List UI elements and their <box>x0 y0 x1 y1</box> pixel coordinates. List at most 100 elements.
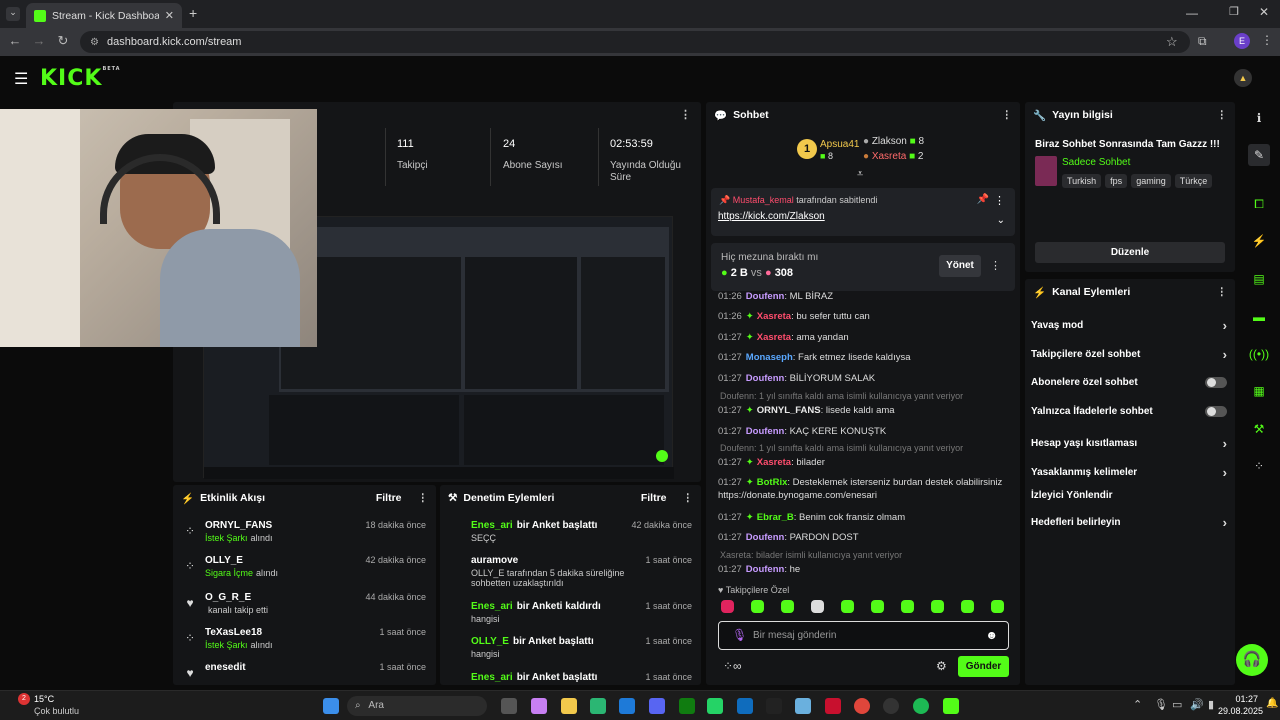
chat-settings-icon[interactable]: ⚙ <box>936 659 947 673</box>
activity-row[interactable]: ⁘ ORNYL_FANS İstek Şarkı alındı 18 dakika ön… <box>185 520 426 554</box>
document-icon[interactable]: ▤ <box>1248 268 1270 290</box>
emote-icon[interactable] <box>751 600 764 613</box>
chat-message[interactable]: 01:27 ✦ Xasreta: bilader <box>718 456 1008 469</box>
stream-info-menu-icon[interactable]: ⋮ <box>1217 109 1228 121</box>
emote-icon[interactable] <box>781 600 794 613</box>
emote-icon[interactable] <box>961 600 974 613</box>
toggle-switch[interactable] <box>1205 377 1227 388</box>
volume-icon[interactable]: 🔊 <box>1190 698 1204 711</box>
edge-icon[interactable] <box>590 698 606 714</box>
kick-app-icon[interactable] <box>943 698 959 714</box>
moderation-user[interactable]: Enes_ari <box>471 672 513 683</box>
chat-username[interactable]: Doufenn <box>746 426 785 437</box>
moderation-user[interactable]: OLLY_E <box>471 636 509 647</box>
layout-icon[interactable]: ▦ <box>1248 380 1270 402</box>
user-avatar[interactable]: ▲ <box>1234 69 1252 87</box>
profile-avatar[interactable]: E <box>1234 33 1250 49</box>
outlook-icon[interactable] <box>737 698 753 714</box>
emote-icon[interactable] <box>871 600 884 613</box>
channel-actions-menu-icon[interactable]: ⋮ <box>1217 286 1228 298</box>
kick-logo[interactable]: KICKBETA <box>40 66 121 91</box>
minimize-icon[interactable]: — <box>1186 6 1198 20</box>
channel-action-item[interactable]: Yasaklanmış kelimeler › <box>1031 465 1227 480</box>
chat-message[interactable]: 01:27 Doufenn: he <box>718 563 1008 576</box>
close-window-icon[interactable]: ✕ <box>1259 5 1269 19</box>
moderation-row[interactable]: ▮Enes_aribir Anket başlattıSEÇÇ42 dakika… <box>471 520 692 554</box>
valorant-icon[interactable] <box>825 698 841 714</box>
chat-message[interactable]: 01:27 ✦ Xasreta: ama yandan <box>718 331 1008 344</box>
hamburger-menu-icon[interactable]: ☰ <box>14 69 28 89</box>
chat-reply-context[interactable]: Doufenn: 1 yıl sınıfta kaldı ama isimli … <box>720 443 963 453</box>
close-tab-icon[interactable]: ✕ <box>165 9 174 22</box>
new-tab-icon[interactable]: + <box>189 5 197 21</box>
pinned-link[interactable]: https://kick.com/Zlakson <box>718 211 825 222</box>
microphone-icon[interactable]: 🎙 <box>732 628 747 642</box>
toggle-switch[interactable] <box>1205 406 1227 417</box>
stream-category[interactable]: Sadece Sohbet <box>1062 157 1130 168</box>
store-icon[interactable] <box>619 698 635 714</box>
moderation-user[interactable]: auramove <box>471 555 518 566</box>
tray-chevron-icon[interactable]: ⌃ <box>1133 698 1142 711</box>
file-explorer-icon[interactable] <box>561 698 577 714</box>
emote-icon[interactable] <box>811 600 824 613</box>
chat-reply-context[interactable]: Xasreta: bilader isimli kullanıcıya yanı… <box>720 550 902 560</box>
channel-action-item[interactable]: Takipçilere özel sohbet › <box>1031 347 1227 362</box>
emote-icon[interactable] <box>901 600 914 613</box>
chat-username[interactable]: Doufenn <box>746 532 785 543</box>
send-button[interactable]: Gönder <box>958 656 1009 677</box>
clock-time[interactable]: 01:27 <box>1228 694 1258 704</box>
xbox-icon[interactable] <box>679 698 695 714</box>
activity-row[interactable]: ♥ O_G_R_E kanalı takip etti 44 dakika önce <box>186 592 426 626</box>
unpin-icon[interactable]: 📌 <box>977 194 989 205</box>
chat-message[interactable]: 01:27 ✦ ORNYL_FANS: lisede kaldı ama <box>718 404 1008 417</box>
clock-date[interactable]: 29.08.2025 <box>1218 706 1263 716</box>
chat-message[interactable]: 01:27 Monaseph: Fark etmez lisede kaldıys… <box>718 351 1008 364</box>
chat-menu-icon[interactable]: ⋮ <box>1002 109 1013 121</box>
chat-username[interactable]: Doufenn <box>746 291 785 302</box>
points-icon[interactable]: ⁘ <box>1248 455 1270 477</box>
moderation-user[interactable]: Enes_ari <box>471 520 513 531</box>
channel-action-item[interactable]: Abonelere özel sohbet <box>1031 377 1227 388</box>
stream-panel-menu-icon[interactable]: ⋮ <box>680 108 691 121</box>
chat-username[interactable]: BotRix <box>757 477 788 488</box>
windows-start-icon[interactable] <box>323 698 339 714</box>
task-view-icon[interactable] <box>501 698 517 714</box>
browser-menu-icon[interactable]: ⋮ <box>1261 33 1273 47</box>
discord-icon[interactable] <box>649 698 665 714</box>
emote-icon[interactable] <box>721 600 734 613</box>
bookmark-star-icon[interactable]: ☆ <box>1166 34 1178 50</box>
info-icon[interactable]: ℹ <box>1248 107 1270 129</box>
moderation-row[interactable]: ▮Enes_aribir Anketi kaldırdıhangisi1 saa… <box>471 601 692 635</box>
prediction-menu-icon[interactable]: ⋮ <box>990 259 1001 272</box>
channel-action-item[interactable]: İzleyici Yönlendir <box>1031 490 1227 501</box>
spotify-icon[interactable] <box>913 698 929 714</box>
activity-row[interactable]: ⁘ OLLY_E Sigara İçme alındı 42 dakika önce <box>185 555 426 589</box>
moderation-filter-button[interactable]: Filtre <box>641 492 667 504</box>
chat-message[interactable]: 01:27 ✦ Ebrar_B: Benim cok fransiz olmam <box>718 511 1008 524</box>
chat-icon[interactable]: ▬ <box>1248 306 1270 328</box>
channel-action-item[interactable]: Yalnızca İfadelerle sohbet <box>1031 406 1227 417</box>
emote-icon[interactable] <box>991 600 1004 613</box>
weather-text[interactable]: Çok bulutlu <box>34 706 79 716</box>
channel-action-item[interactable]: Yavaş mod › <box>1031 318 1227 333</box>
lightning-icon[interactable]: ⚡ <box>1248 230 1270 252</box>
moderation-row[interactable]: ▮OLLY_Ebir Anket başlattıhangisi1 saat ö… <box>471 636 692 670</box>
back-icon[interactable]: ← <box>6 33 24 48</box>
moderation-menu-icon[interactable]: ⋮ <box>683 492 694 504</box>
chat-message[interactable]: 01:27 Doufenn: BİLİYORUM SALAK <box>718 372 1008 385</box>
emoji-icon[interactable]: ☻ <box>985 628 998 642</box>
expand-leaderboard-icon[interactable]: ⩡ <box>857 168 863 181</box>
stream-tag[interactable]: gaming <box>1131 174 1171 188</box>
url-input[interactable]: ⚙ dashboard.kick.com/stream <box>80 31 1190 53</box>
chat-message[interactable]: 01:26 Doufenn: ML BİRAZ <box>718 290 1008 303</box>
emote-icon[interactable] <box>841 600 854 613</box>
chat-username[interactable]: Xasreta <box>757 332 791 343</box>
stream-tag[interactable]: Turkish <box>1062 174 1102 188</box>
clip-icon[interactable]: ⧠ <box>1248 193 1270 215</box>
leader-third[interactable]: ● Xasreta ■ 2 <box>863 151 923 162</box>
activity-row[interactable]: ⁘ TeXasLee18 İstek Şarkı alındı 1 saat önce <box>185 627 426 661</box>
moderation-user[interactable]: Enes_ari <box>471 601 513 612</box>
activity-filter-button[interactable]: Filtre <box>376 492 402 504</box>
chevron-down-icon[interactable]: ⌄ <box>997 215 1005 226</box>
reload-icon[interactable]: ↻ <box>54 33 72 49</box>
